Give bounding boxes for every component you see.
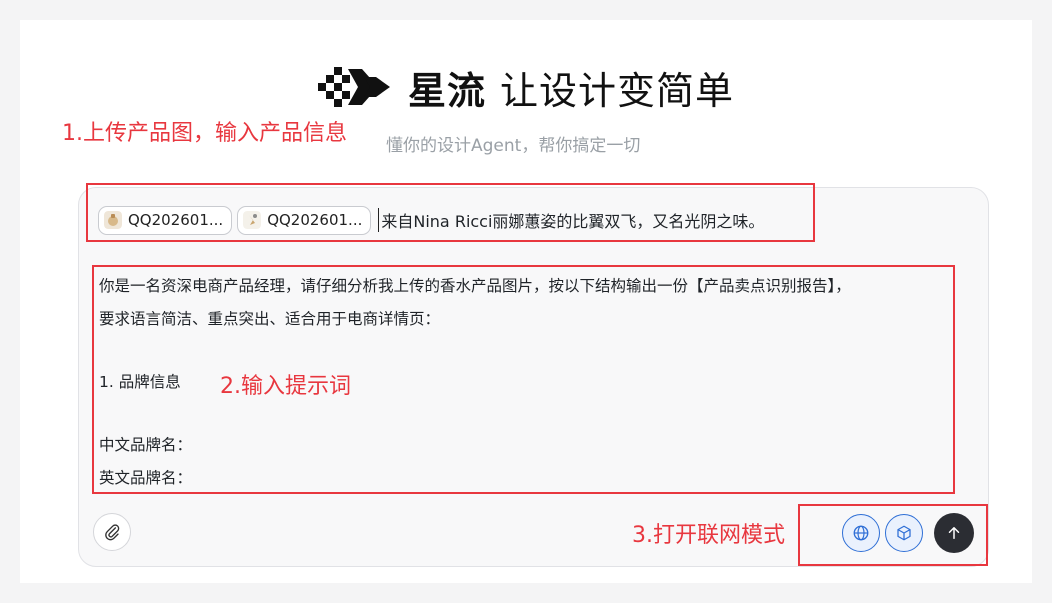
page-headline: 星流 让设计变简单: [0, 62, 1052, 113]
page-tagline: 让设计变简单: [500, 68, 735, 113]
annotation-box-step3: [798, 504, 988, 566]
attach-file-button[interactable]: [93, 513, 131, 551]
annotation-step3: 3.打开联网模式: [632, 523, 785, 548]
paperclip-icon: [105, 524, 120, 541]
annotation-step2: 2.输入提示词: [220, 374, 351, 399]
brand-name: 星流: [407, 68, 486, 113]
brand-logo-icon: [317, 67, 390, 107]
annotation-box-step1: [86, 183, 815, 242]
page-subtitle: 懂你的设计Agent，帮你搞定一切: [386, 136, 641, 156]
annotation-step1: 1.上传产品图，输入产品信息: [62, 121, 347, 146]
